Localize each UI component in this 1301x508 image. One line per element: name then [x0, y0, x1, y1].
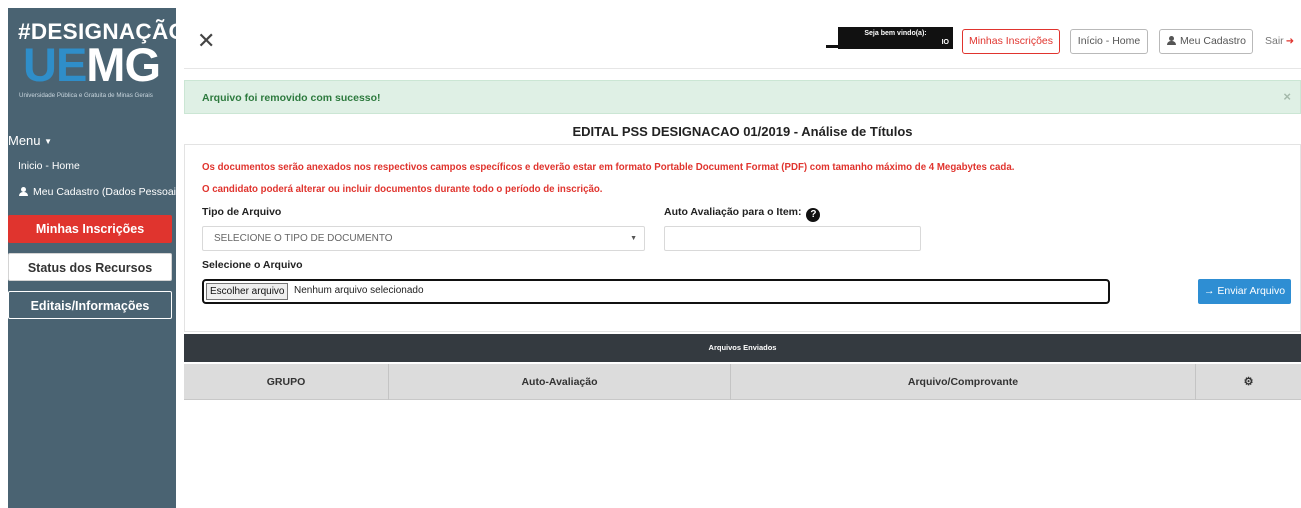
choose-file-button[interactable]: Escolher arquivo — [206, 283, 289, 300]
sidebar-button-appeals-status[interactable]: Status dos Recursos — [8, 253, 172, 281]
sidebar-link-profile[interactable]: Meu Cadastro (Dados Pessoais) — [8, 186, 185, 198]
column-header-self-eval: Auto-Avaliação — [389, 364, 731, 400]
table-caption: Arquivos Enviados — [184, 334, 1301, 362]
select-file-label: Selecione o Arquivo — [202, 259, 303, 271]
sidebar-link-home[interactable]: Inicio - Home — [8, 160, 176, 172]
my-applications-button[interactable]: Minhas Inscrições — [962, 29, 1060, 54]
brand-logo: #DESIGNAÇÃO UEMG Universidade Pública e … — [8, 8, 186, 120]
page-title: EDITAL PSS DESIGNACAO 01/2019 - Análise … — [572, 124, 913, 139]
file-type-label: Tipo de Arquivo — [202, 206, 282, 218]
sidebar-button-my-applications[interactable]: Minhas Inscrições — [8, 215, 172, 243]
my-profile-label: Meu Cadastro — [1180, 35, 1246, 47]
user-icon — [18, 187, 29, 196]
success-alert: Arquivo foi removido com sucesso! × — [184, 80, 1301, 114]
my-profile-button[interactable]: Meu Cadastro — [1159, 29, 1253, 54]
warning-text-format: Os documentos serão anexados nos respect… — [202, 162, 1015, 173]
self-eval-label-text: Auto Avaliação para o Item: — [664, 206, 802, 218]
logout-link[interactable]: Sair ➜ — [1265, 35, 1294, 47]
self-eval-input[interactable] — [664, 226, 921, 251]
close-icon[interactable]: × — [1283, 89, 1291, 104]
welcome-name: IO — [941, 39, 949, 46]
alert-message: Arquivo foi removido com sucesso! — [202, 92, 381, 104]
arrow-right-icon: → — [1203, 285, 1215, 297]
caret-down-icon: ▼ — [44, 137, 53, 147]
menu-label: Menu — [8, 133, 41, 148]
brand-wordmark: UEMG — [23, 38, 161, 91]
column-header-actions: ⚙ — [1196, 364, 1301, 400]
send-file-button[interactable]: → Enviar Arquivo — [1198, 279, 1291, 304]
file-input[interactable]: Escolher arquivo Nenhum arquivo selecion… — [202, 279, 1110, 304]
file-type-select[interactable]: SELECIONE O TIPO DE DOCUMENTO ▼ — [202, 226, 645, 251]
file-type-value: SELECIONE O TIPO DE DOCUMENTO — [214, 233, 393, 244]
table-header-row: GRUPO Auto-Avaliação Arquivo/Comprovante… — [184, 364, 1301, 400]
sidebar: #DESIGNAÇÃO UEMG Universidade Pública e … — [8, 8, 186, 508]
sidebar-link-label: Inicio - Home — [18, 160, 80, 172]
sidebar-link-label: Meu Cadastro (Dados Pessoais) — [33, 186, 185, 198]
help-icon[interactable]: ? — [806, 208, 821, 222]
warning-text-period: O candidato poderá alterar ou incluir do… — [202, 184, 603, 195]
gears-icon: ⚙ — [1243, 376, 1254, 388]
no-file-text: Nenhum arquivo selecionado — [294, 285, 424, 296]
logout-label: Sair — [1265, 35, 1284, 47]
home-button[interactable]: Início - Home — [1070, 29, 1148, 54]
brand-mg: MG — [86, 38, 161, 91]
user-icon — [1166, 36, 1177, 45]
self-eval-label: Auto Avaliação para o Item: ? — [664, 206, 821, 222]
exit-icon: ➜ — [1285, 36, 1295, 47]
brand-subtitle: Universidade Pública e Gratuita de Minas… — [19, 92, 153, 99]
brand-ue: UE — [23, 38, 87, 91]
send-file-label: Enviar Arquivo — [1217, 285, 1286, 297]
column-header-group: GRUPO — [184, 364, 389, 400]
divider — [184, 68, 1301, 69]
menu-toggle[interactable]: Menu ▼ — [8, 126, 176, 156]
sidebar-button-notices-info[interactable]: Editais/Informações — [8, 291, 172, 319]
chevron-down-icon: ▼ — [630, 235, 637, 242]
welcome-text: Seja bem vindo(a): — [864, 30, 927, 37]
column-header-file: Arquivo/Comprovante — [731, 364, 1196, 400]
close-icon[interactable]: ✕ — [197, 30, 215, 52]
welcome-badge: Seja bem vindo(a): IO — [838, 27, 953, 49]
